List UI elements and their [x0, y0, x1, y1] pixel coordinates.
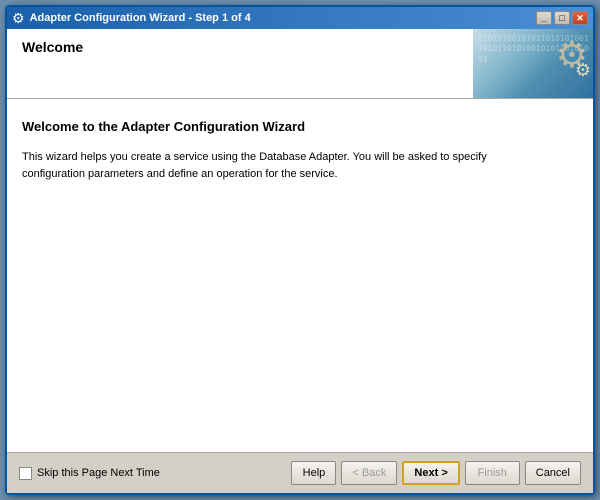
main-description: This wizard helps you create a service u…	[22, 149, 542, 182]
header-content: Welcome	[7, 29, 473, 98]
help-button[interactable]: Help	[291, 461, 336, 485]
skip-checkbox-area: Skip this Page Next Time	[19, 467, 160, 480]
window-body: Welcome 01010100101011010101001101011010…	[7, 29, 593, 493]
welcome-title: Welcome to the Adapter Configuration Wiz…	[22, 119, 578, 134]
maximize-button[interactable]: □	[554, 11, 570, 25]
button-area: Help < Back Next > Finish Cancel	[291, 461, 581, 485]
section-title: Welcome	[22, 39, 458, 55]
finish-button[interactable]: Finish	[465, 461, 520, 485]
gear-decoration: ⚙ ⚙	[556, 34, 588, 76]
back-button[interactable]: < Back	[341, 461, 397, 485]
footer-section: Skip this Page Next Time Help < Back Nex…	[7, 453, 593, 493]
header-decoration: 0101010010101101010100110101101010010101…	[473, 29, 593, 98]
cancel-button[interactable]: Cancel	[525, 461, 581, 485]
next-button[interactable]: Next >	[402, 461, 459, 485]
skip-label: Skip this Page Next Time	[37, 467, 160, 479]
title-bar: ⚙ Adapter Configuration Wizard - Step 1 …	[7, 7, 593, 29]
title-bar-buttons: _ □ ✕	[536, 11, 588, 25]
close-button[interactable]: ✕	[572, 11, 588, 25]
wizard-window: ⚙ Adapter Configuration Wizard - Step 1 …	[5, 5, 595, 495]
skip-checkbox[interactable]	[19, 467, 32, 480]
main-content: Welcome to the Adapter Configuration Wiz…	[7, 99, 593, 453]
window-title: Adapter Configuration Wizard - Step 1 of…	[30, 12, 251, 24]
gear-small-icon: ⚙	[575, 60, 591, 81]
title-bar-left: ⚙ Adapter Configuration Wizard - Step 1 …	[12, 10, 251, 27]
minimize-button[interactable]: _	[536, 11, 552, 25]
header-section: Welcome 01010100101011010101001101011010…	[7, 29, 593, 99]
window-icon: ⚙	[12, 10, 25, 27]
